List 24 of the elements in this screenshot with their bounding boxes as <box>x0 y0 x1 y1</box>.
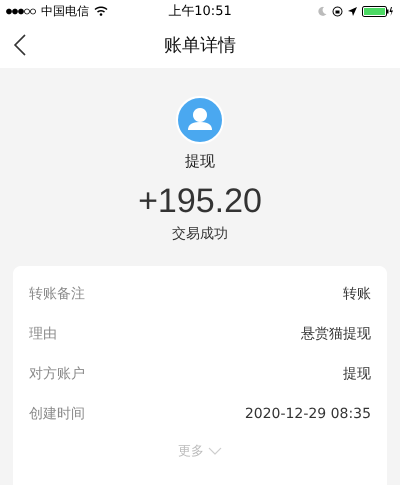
detail-value: 悬赏猫提现 <box>301 325 371 343</box>
detail-value: 提现 <box>343 365 371 383</box>
rotation-lock-icon <box>332 6 343 16</box>
location-arrow-icon <box>348 6 357 16</box>
detail-value: 转账 <box>343 285 371 303</box>
page-title: 账单详情 <box>164 34 236 57</box>
signal-icon <box>6 8 36 14</box>
clock-time: 上午10:51 <box>168 3 232 20</box>
detail-label: 对方账户 <box>29 365 85 383</box>
amount: +195.20 <box>138 181 262 221</box>
wifi-icon <box>94 6 108 16</box>
back-button[interactable] <box>14 34 26 56</box>
detail-label: 创建时间 <box>29 405 85 423</box>
avatar-icon <box>176 96 224 144</box>
moon-icon <box>318 6 327 16</box>
transaction-status: 交易成功 <box>172 225 228 243</box>
detail-label: 理由 <box>29 325 57 343</box>
more-button[interactable]: 更多 <box>174 440 226 462</box>
detail-label: 转账备注 <box>29 285 85 303</box>
payee-name: 提现 <box>185 152 215 171</box>
detail-value: 2020-12-29 08:35 <box>244 406 371 422</box>
chevron-down-icon <box>208 447 222 455</box>
battery-icon <box>362 6 394 16</box>
carrier-name: 中国电信 <box>41 2 89 20</box>
